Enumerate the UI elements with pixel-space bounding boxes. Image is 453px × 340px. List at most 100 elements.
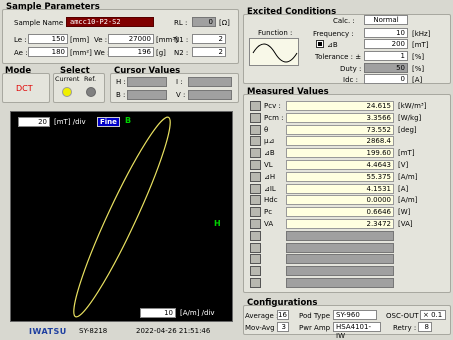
measured-row-selector[interactable]: [250, 243, 261, 253]
average-label: Average :: [245, 312, 279, 320]
measured-row-unit: [A]: [398, 185, 409, 193]
measured-row-selector[interactable]: [250, 101, 261, 111]
average-field[interactable]: 16: [277, 310, 289, 320]
calc-field[interactable]: Normal: [364, 15, 408, 25]
pwr-amp-label: Pwr Amp :: [299, 324, 335, 332]
measured-row-empty: [286, 266, 394, 276]
sample-name-field[interactable]: amcc10-P2-S2: [66, 17, 154, 27]
cursor-b-label: B :: [116, 91, 126, 99]
cursor-b-field: [127, 90, 167, 100]
measured-row-value: 199.60: [286, 148, 394, 158]
select-ref-indicator[interactable]: [86, 87, 96, 97]
measured-row-selector[interactable]: [250, 148, 261, 158]
measured-row-selector[interactable]: [250, 125, 261, 135]
measured-row-label: μ⊿: [264, 137, 275, 145]
n2-label: N2 :: [174, 49, 189, 57]
db-field[interactable]: 200: [364, 39, 408, 49]
excited-conditions-title: Excited Conditions: [247, 7, 337, 17]
we-field[interactable]: 196: [108, 47, 154, 57]
measured-row-empty: [286, 243, 394, 253]
cursor-v-field: [188, 90, 232, 100]
cursor-i-field: [188, 77, 232, 87]
le-label: Le :: [14, 36, 27, 44]
measured-row-selector[interactable]: [250, 113, 261, 123]
h-axis-label: H: [214, 219, 221, 228]
measured-row-selector[interactable]: [250, 278, 261, 288]
idc-unit: [A]: [412, 76, 423, 84]
mode-value[interactable]: DCT: [16, 84, 33, 93]
measured-row-selector[interactable]: [250, 172, 261, 182]
sample-name-label: Sample Name :: [14, 19, 68, 27]
rl-field[interactable]: 0: [192, 17, 216, 27]
frequency-field[interactable]: 10: [364, 28, 408, 38]
measured-row-unit: [W]: [398, 208, 411, 216]
measured-row-selector[interactable]: [250, 219, 261, 229]
cursor-v-label: V :: [176, 91, 186, 99]
le-field[interactable]: 150: [28, 34, 68, 44]
mov-avg-label: Mov-Avg :: [245, 324, 280, 332]
measured-row-value: 55.375: [286, 172, 394, 182]
measured-row-empty: [286, 254, 394, 264]
measured-row-selector[interactable]: [250, 136, 261, 146]
model-name: SY-8218: [79, 327, 108, 335]
sine-waveform-icon[interactable]: [249, 38, 299, 66]
osc-out-label: OSC-OUT :: [386, 312, 424, 320]
measured-row-selector[interactable]: [250, 254, 261, 264]
ae-field[interactable]: 180: [28, 47, 68, 57]
measured-row-selector[interactable]: [250, 195, 261, 205]
measured-row-label: ⊿IL: [264, 185, 276, 193]
measured-row-empty: [286, 231, 394, 241]
cursor-h-label: H :: [116, 78, 126, 86]
db-toggle[interactable]: [316, 40, 324, 48]
x-scale-unit: [A/m] /div: [180, 309, 215, 317]
n1-label: N1 :: [174, 36, 189, 44]
mode-title: Mode: [5, 66, 32, 76]
n2-field[interactable]: 2: [192, 47, 226, 57]
n1-field[interactable]: 2: [192, 34, 226, 44]
ae-unit: [mm²]: [70, 49, 92, 57]
fine-toggle[interactable]: Fine: [97, 117, 120, 127]
duty-unit: [%]: [412, 65, 425, 73]
measured-row-unit: [mT]: [398, 149, 415, 157]
tolerance-unit: [%]: [412, 53, 425, 61]
idc-field[interactable]: 0: [364, 74, 408, 84]
osc-out-field[interactable]: × 0.1: [420, 310, 446, 320]
measured-row-unit: [deg]: [398, 126, 417, 134]
select-ref-label: Ref.: [84, 75, 97, 83]
measured-row-selector[interactable]: [250, 266, 261, 276]
frequency-unit: [kHz]: [412, 30, 431, 38]
measured-row-value: 3.3566: [286, 113, 394, 123]
bh-scope-display[interactable]: [10, 111, 233, 322]
le-unit: [mm]: [70, 36, 90, 44]
pod-type-field[interactable]: SY-960: [333, 310, 377, 320]
measured-row-unit: [W/kg]: [398, 114, 422, 122]
we-unit: [g]: [156, 49, 166, 57]
measured-row-selector[interactable]: [250, 160, 261, 170]
cursor-values-title: Cursor Values: [114, 66, 181, 76]
y-scale-field[interactable]: 20: [18, 117, 50, 127]
duty-field[interactable]: 50: [364, 63, 408, 73]
ve-field[interactable]: 27000: [108, 34, 154, 44]
pod-type-label: Pod Type :: [299, 312, 335, 320]
idc-label: Idc :: [343, 76, 358, 84]
select-current-indicator[interactable]: [62, 87, 72, 97]
duty-label: Duty :: [340, 65, 362, 73]
tolerance-field[interactable]: 1: [364, 51, 408, 61]
pwr-amp-field[interactable]: HSA4101-IW: [333, 322, 381, 340]
measured-row-value: 0.0000: [286, 195, 394, 205]
measured-row-unit: [A/m]: [398, 173, 418, 181]
measured-row-selector[interactable]: [250, 184, 261, 194]
bh-loop-trace: [73, 116, 171, 318]
measured-row-label: Hdc: [264, 196, 278, 204]
retry-field[interactable]: 8: [418, 322, 432, 332]
tolerance-label: Tolerance : ±: [315, 53, 362, 61]
datetime: 2022-04-26 21:51:46: [136, 327, 211, 335]
x-scale-field[interactable]: 10: [140, 308, 176, 318]
mov-avg-field[interactable]: 3: [277, 322, 289, 332]
measured-row-selector[interactable]: [250, 231, 261, 241]
measured-row-selector[interactable]: [250, 207, 261, 217]
measured-row-value: 2868.4: [286, 136, 394, 146]
measured-row-value: 73.552: [286, 125, 394, 135]
sample-parameters-title: Sample Parameters: [6, 2, 100, 12]
measured-row-label: ⊿B: [264, 149, 275, 157]
